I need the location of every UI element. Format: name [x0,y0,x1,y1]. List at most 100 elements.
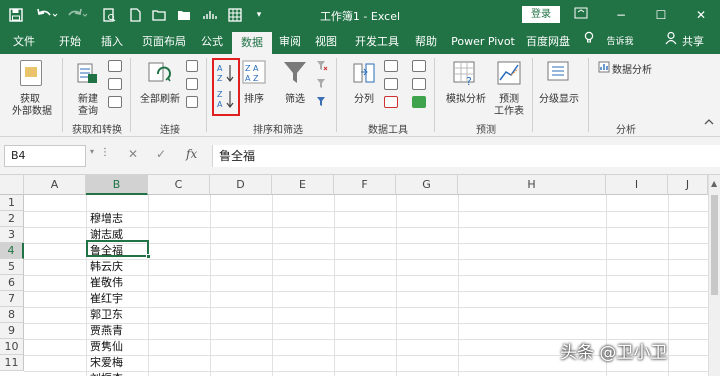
close-button[interactable]: ✕ [688,4,714,26]
data-analysis-button[interactable]: 数据分析 [612,61,658,76]
cell-b6[interactable]: 崔敬伟 [88,275,123,291]
column-header-d[interactable]: D [210,175,272,195]
properties-icon[interactable] [186,78,198,90]
cell-b11[interactable]: 宋爱梅 [88,355,123,371]
confirm-edit-icon[interactable]: ✓ [156,147,166,161]
text-to-columns-button[interactable]: 分列 [346,90,382,105]
name-box-dropdown-icon[interactable]: ▾ [90,147,94,156]
what-if-analysis-button[interactable]: 模拟分析 [440,90,492,105]
tab-help[interactable]: 帮助 [410,30,442,54]
row-header-8[interactable]: 8 [0,307,24,323]
tab-power-pivot[interactable]: Power Pivot [450,30,516,54]
row-header-1[interactable]: 1 [0,195,24,211]
column-header-f[interactable]: F [334,175,396,195]
row-header-9[interactable]: 9 [0,323,24,339]
row-header-6[interactable]: 6 [0,275,24,291]
user-icon[interactable] [664,30,678,54]
tab-view[interactable]: 视图 [310,30,342,54]
cell-b12[interactable]: 刘振杰 [88,371,123,376]
remove-duplicates-icon[interactable] [384,78,398,90]
name-box[interactable]: B4 [4,145,86,167]
row-header-3[interactable]: 3 [0,227,24,243]
flash-fill-icon[interactable] [384,60,398,72]
cell-b9[interactable]: 贾燕青 [88,323,123,339]
row-header-10[interactable]: 10 [0,339,24,355]
advanced-filter-icon[interactable] [316,96,328,108]
maximize-button[interactable]: ☐ [648,4,674,26]
vertical-scrollbar[interactable]: ▲ [708,175,720,376]
recent-sources-icon[interactable] [108,96,122,108]
clear-filter-icon[interactable] [316,60,328,72]
row-header-4[interactable]: 4 [0,243,24,259]
tab-page-layout[interactable]: 页面布局 [136,30,192,54]
login-button[interactable]: 登录 [522,6,560,23]
tab-developer[interactable]: 开发工具 [350,30,404,54]
collapse-ribbon-icon[interactable] [702,118,716,129]
row-header-5[interactable]: 5 [0,259,24,275]
filter-button[interactable]: 筛选 [278,90,312,105]
tab-data[interactable]: 数据 [232,32,272,54]
manage-data-model-icon[interactable] [412,96,426,108]
row-header-7[interactable]: 7 [0,291,24,307]
cancel-edit-icon[interactable]: ✕ [128,147,138,161]
more-options-icon[interactable]: ⋮ [100,147,110,158]
edit-links-icon[interactable] [186,96,198,108]
group-analysis: 分析 [616,125,636,136]
cell-b2[interactable]: 穆增志 [88,211,123,227]
column-header-g[interactable]: G [396,175,458,195]
show-queries-icon[interactable] [108,60,122,72]
tab-home[interactable]: 开始 [52,30,88,54]
tab-review[interactable]: 审阅 [274,30,306,54]
from-table-icon[interactable] [108,78,122,90]
cell-b8[interactable]: 郭卫东 [88,307,123,323]
row-header-11[interactable]: 11 [0,355,24,371]
outline-button[interactable]: 分级显示 [536,90,582,105]
select-all-corner[interactable] [0,175,24,195]
ribbon-display-icon[interactable] [568,4,594,26]
new-query-label-2[interactable]: 查询 [66,102,110,117]
gridline [24,291,708,292]
forecast-sheet-label-2[interactable]: 工作表 [486,102,532,117]
row-header-2[interactable]: 2 [0,211,24,227]
group-separator [130,58,131,132]
consolidate-icon[interactable] [412,60,426,72]
tab-file[interactable]: 文件 [6,30,42,54]
group-separator [532,58,533,132]
tab-baidu-netdisk[interactable]: 百度网盘 [522,30,574,54]
refresh-all-label[interactable]: 全部刷新 [134,90,186,105]
scroll-up-icon[interactable]: ▲ [711,179,717,188]
gridline [24,371,708,372]
column-header-i[interactable]: I [606,175,668,195]
forecast-sheet-icon [496,60,522,86]
group-separator [434,58,435,132]
reapply-icon[interactable] [316,78,328,90]
lightbulb-icon[interactable] [582,30,596,54]
sort-button[interactable]: 排序 [238,90,270,105]
tab-formulas[interactable]: 公式 [194,30,230,54]
column-header-c[interactable]: C [148,175,210,195]
minimize-button[interactable]: − [608,4,634,26]
insert-function-button[interactable]: fx [186,147,197,161]
data-analysis-icon[interactable] [598,61,610,73]
refresh-all-icon [146,60,172,86]
share-button[interactable]: 共享 [680,30,706,54]
fill-handle[interactable] [146,254,151,259]
connections-icon[interactable] [186,60,198,72]
column-header-b[interactable]: B [86,175,148,195]
cell-b7[interactable]: 崔红宇 [88,291,123,307]
group-separator [62,58,63,132]
column-header-j[interactable]: J [668,175,708,195]
column-header-a[interactable]: A [24,175,86,195]
relationships-icon[interactable] [412,78,426,90]
group-separator [206,58,207,132]
data-validation-icon[interactable] [384,96,398,108]
column-header-e[interactable]: E [272,175,334,195]
formula-input[interactable]: 鲁全福 [212,145,720,167]
cell-b10[interactable]: 贾隽仙 [88,339,123,355]
scrollbar-thumb[interactable] [711,195,718,295]
column-header-h[interactable]: H [458,175,606,195]
tell-me-search[interactable]: 告诉我 [598,30,642,54]
tab-insert[interactable]: 插入 [94,30,130,54]
get-external-data-label-2[interactable]: 外部数据 [4,102,60,117]
cell-b5[interactable]: 韩云庆 [88,259,123,275]
